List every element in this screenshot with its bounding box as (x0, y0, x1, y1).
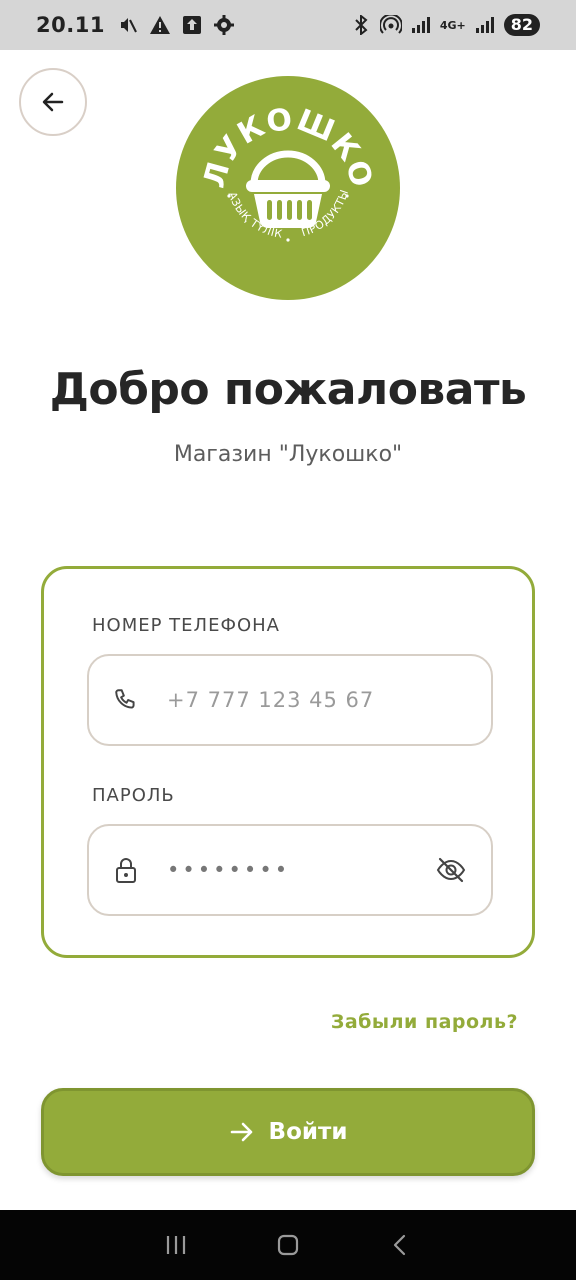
bluetooth-icon (350, 14, 372, 36)
phone-field[interactable] (87, 654, 493, 746)
password-field[interactable]: •••••••• (87, 824, 493, 916)
phone-icon (111, 685, 141, 715)
battery-level: 82 (503, 14, 540, 36)
mute-icon (117, 14, 139, 36)
network-type: 4G+ (439, 18, 466, 32)
status-bar: 20.11 4G+ 82 (0, 0, 576, 50)
login-button[interactable]: Войти (41, 1088, 535, 1176)
page-title: Добро пожаловать (49, 364, 527, 415)
login-form-card: НОМЕР ТЕЛЕФОНА ПАРОЛЬ •••••••• (41, 566, 535, 958)
warning-icon (149, 14, 171, 36)
logo-brand: ЛУКОШКО (197, 102, 378, 192)
svg-text:ЛУКОШКО: ЛУКОШКО (197, 102, 379, 192)
store-logo: ЛУКОШКО АЗЫҚ ТҮЛІК ПРОДУКТЫ (176, 76, 400, 300)
lock-icon (111, 855, 141, 885)
system-nav-bar (0, 1210, 576, 1280)
eye-off-icon[interactable] (433, 852, 469, 888)
signal-icon (410, 14, 432, 36)
password-input[interactable]: •••••••• (167, 858, 433, 882)
back-button[interactable] (19, 68, 87, 136)
password-label: ПАРОЛЬ (92, 785, 175, 806)
nav-back-icon[interactable] (380, 1225, 420, 1265)
arrow-left-icon (42, 92, 64, 112)
login-label: Войти (268, 1119, 348, 1145)
phone-label: НОМЕР ТЕЛЕФОНА (92, 615, 280, 636)
home-icon[interactable] (268, 1225, 308, 1265)
status-time: 20.11 (36, 13, 105, 37)
recent-apps-icon[interactable] (156, 1225, 196, 1265)
hotspot-icon (379, 14, 402, 36)
forgot-password-link[interactable]: Забыли пароль? (331, 1011, 518, 1033)
logo-emblem: ЛУКОШКО АЗЫҚ ТҮЛІК ПРОДУКТЫ (197, 102, 379, 242)
upload-icon (181, 14, 203, 36)
arrow-right-icon (230, 1122, 252, 1142)
settings-gear-icon (213, 14, 235, 36)
page-subtitle: Магазин "Лукошко" (173, 442, 403, 467)
phone-input[interactable] (167, 688, 469, 712)
status-system-icons: 4G+ 82 (350, 14, 540, 36)
status-notification-icons (117, 14, 235, 36)
signal-icon-2 (474, 14, 496, 36)
